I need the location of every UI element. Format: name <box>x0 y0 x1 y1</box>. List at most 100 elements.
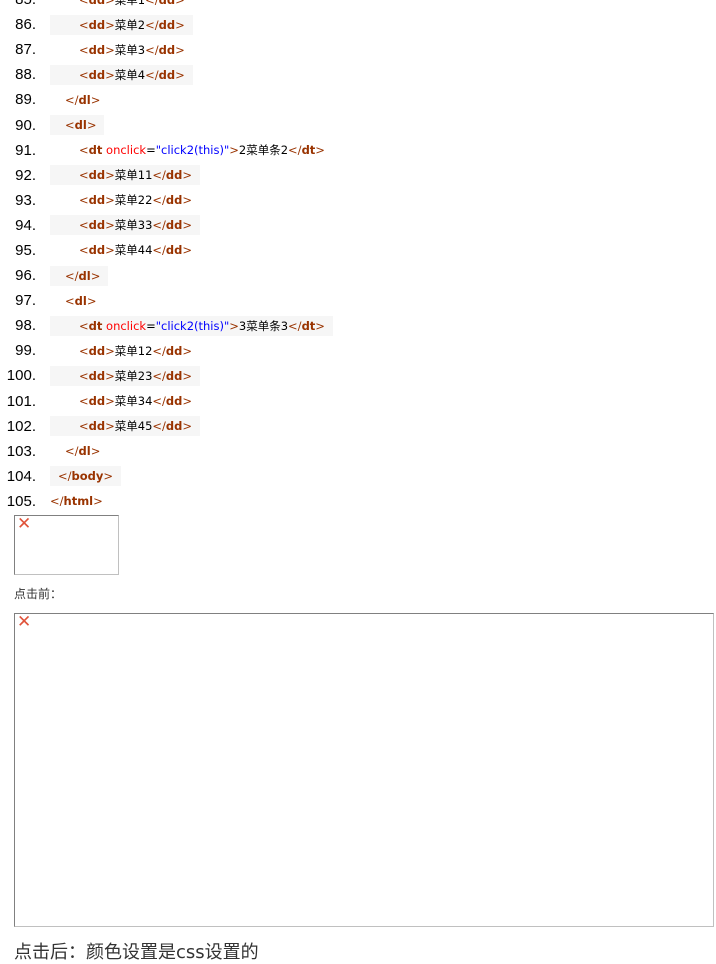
code-token: 菜单1 <box>115 0 145 7</box>
code-token: > <box>86 118 97 133</box>
code-token: html <box>63 494 94 509</box>
code-token: dd <box>165 243 183 258</box>
line-number: 100. <box>6 367 36 385</box>
code-token: </ <box>152 168 166 183</box>
code-token: </ <box>152 419 166 434</box>
code-line: 89. </dl> <box>0 87 333 112</box>
code-text: </html> <box>50 491 111 511</box>
code-token: > <box>90 92 101 107</box>
broken-image-large: ✕ <box>14 613 714 927</box>
code-line: 99. <dd>菜单12</dd> <box>0 338 333 363</box>
code-token: body <box>71 469 104 484</box>
code-token: dd <box>88 17 106 32</box>
code-token: dl <box>74 118 87 133</box>
code-token: dd <box>165 368 183 383</box>
line-number: 85. <box>0 0 36 8</box>
code-token: onclick <box>106 318 147 333</box>
code-line: 85.<dd>菜单1</dd> <box>0 0 333 12</box>
code-text: <dd>菜单12</dd> <box>50 341 200 361</box>
line-number: 86. <box>15 16 36 34</box>
code-token: dd <box>158 67 176 82</box>
code-line: 100. <dd>菜单23</dd> <box>0 363 333 388</box>
code-token: "click2(this)" <box>155 143 230 158</box>
code-line: 105. </html> <box>0 489 333 514</box>
code-token: 3菜单条3 <box>238 318 289 333</box>
code-token: dt <box>88 143 103 158</box>
code-token: dt <box>301 143 316 158</box>
code-token: > <box>93 494 103 509</box>
code-listing: 85.<dd>菜单1</dd>86.<dd>菜单2</dd>87.<dd>菜单3… <box>0 0 333 514</box>
line-number: 97. <box>15 292 36 310</box>
code-line: 87. <dd>菜单3</dd> <box>0 37 333 62</box>
code-token: > <box>175 42 185 57</box>
code-token: dd <box>88 218 106 233</box>
code-token: dd <box>88 42 106 57</box>
code-token: </ <box>152 243 166 258</box>
code-token: > <box>105 0 115 7</box>
line-number: 102. <box>6 417 36 435</box>
code-line: 94. <dd>菜单33</dd> <box>0 213 333 238</box>
code-token: > <box>229 318 239 333</box>
code-token: </ <box>152 218 166 233</box>
code-token: > <box>105 343 115 358</box>
code-token: </ <box>145 42 159 57</box>
code-token: > <box>182 419 193 434</box>
code-token: < <box>65 293 75 308</box>
code-token: </ <box>152 394 166 409</box>
code-token: > <box>315 143 325 158</box>
line-number: 98. <box>15 317 36 335</box>
code-token: </ <box>152 193 166 208</box>
broken-image-icon: ✕ <box>17 612 32 632</box>
code-token: < <box>79 193 89 208</box>
code-token: dd <box>165 218 183 233</box>
code-token: > <box>182 343 193 358</box>
code-token: dd <box>165 343 183 358</box>
code-token: > <box>182 168 193 183</box>
code-token: dl <box>74 293 87 308</box>
code-token: > <box>105 218 115 233</box>
code-token: 菜单34 <box>114 394 153 409</box>
code-line: 92. <dd>菜单11</dd> <box>0 163 333 188</box>
code-token: onclick <box>106 143 147 158</box>
code-token: 菜单33 <box>114 218 153 233</box>
code-line: 104. </body> <box>0 464 333 489</box>
code-token: 2菜单条2 <box>238 143 289 158</box>
code-token: < <box>79 394 89 409</box>
code-token: > <box>105 394 115 409</box>
code-token: > <box>105 168 115 183</box>
code-token: 菜单4 <box>114 67 146 82</box>
code-token: 菜单3 <box>114 42 146 57</box>
line-number: 87. <box>15 41 36 59</box>
code-token: < <box>79 318 89 333</box>
line-number: 105. <box>6 492 36 510</box>
code-token: > <box>90 268 101 283</box>
code-token: = <box>146 318 156 333</box>
before-click-caption: 点击前： <box>14 587 63 601</box>
code-token: "click2(this)" <box>155 318 230 333</box>
code-text: <dd>菜单22</dd> <box>50 190 200 210</box>
code-line: 101. <dd>菜单34</dd> <box>0 389 333 414</box>
code-token: dd <box>158 17 176 32</box>
code-token: > <box>182 218 193 233</box>
code-token: dd <box>88 168 106 183</box>
code-token: > <box>175 67 185 82</box>
code-token: </ <box>288 143 302 158</box>
code-token: < <box>79 343 89 358</box>
code-token: </ <box>50 494 64 509</box>
code-token: 菜单12 <box>114 343 153 358</box>
code-token: > <box>105 193 115 208</box>
code-text: <dd>菜单34</dd> <box>50 391 200 411</box>
code-line: 97. <dl> <box>0 288 333 313</box>
code-line: 96. </dl> <box>0 263 333 288</box>
code-token: > <box>103 469 114 484</box>
code-token: dd <box>88 394 106 409</box>
code-text: <dd>菜单45</dd> <box>50 416 201 437</box>
code-line: 90. <dl> <box>0 112 333 137</box>
line-number: 89. <box>15 91 36 109</box>
line-number: 88. <box>15 66 36 84</box>
code-text: </body> <box>50 466 122 487</box>
code-line: 88. <dd>菜单4</dd> <box>0 62 333 87</box>
code-token: dd <box>88 419 106 434</box>
after-click-caption: 点击后：颜色设置是css设置的 <box>14 942 259 963</box>
code-text: <dl> <box>50 291 104 311</box>
